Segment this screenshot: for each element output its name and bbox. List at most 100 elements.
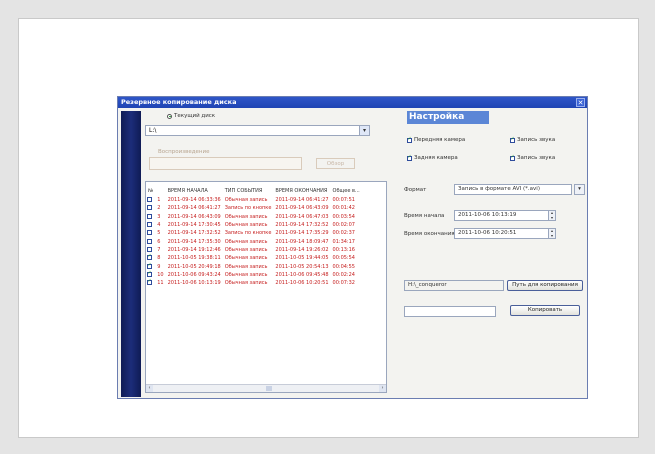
checkbox-icon[interactable] — [147, 222, 152, 228]
records-table: № ВРЕМЯ НАЧАЛА ТИП СОБЫТИЯ ВРЕМЯ ОКОНЧАН… — [146, 186, 362, 287]
row-number: 10 — [157, 271, 164, 278]
copy-path-button[interactable]: Путь для копирования — [507, 280, 583, 291]
row-type: Обычная запись — [224, 213, 268, 220]
end-time-input[interactable]: 2011-10-06 10:20:51 ▴ ▾ — [454, 228, 556, 239]
row-end: 2011-09-14 19:26:02 — [275, 246, 329, 253]
row-checkbox[interactable] — [146, 204, 155, 212]
table-row[interactable]: 3 2011-09-14 06:43:09 Обычная запись 2011-0… — [146, 213, 362, 221]
horizontal-scrollbar[interactable]: ‹ › — [146, 384, 386, 392]
checkbox-icon[interactable] — [147, 230, 152, 236]
row-number: 7 — [157, 246, 161, 253]
rear-camera-checkbox[interactable]: Задняя камера — [407, 154, 458, 161]
row-start: 2011-10-05 20:49:18 — [167, 263, 221, 270]
table-row[interactable]: 6 2011-09-14 17:35:30 Обычная запись 2011-0… — [146, 237, 362, 245]
rear-audio-checkbox[interactable]: Запись звука — [510, 154, 556, 161]
row-start: 2011-09-14 19:12:46 — [167, 246, 221, 253]
checkbox-icon[interactable] — [147, 205, 152, 211]
row-start: 2011-09-14 06:33:36 — [167, 197, 221, 204]
row-end: 2011-09-14 06:43:09 — [275, 205, 329, 212]
table-row[interactable]: 2 2011-09-14 06:41:27 Запись по кнопке 2011… — [146, 204, 362, 212]
row-total: 00:04:55 — [332, 263, 355, 270]
row-total: 00:13:16 — [332, 246, 355, 253]
row-total: 00:02:24 — [332, 271, 355, 278]
table-header-row: № ВРЕМЯ НАЧАЛА ТИП СОБЫТИЯ ВРЕМЯ ОКОНЧАН… — [146, 186, 362, 196]
records-list[interactable]: № ВРЕМЯ НАЧАЛА ТИП СОБЫТИЯ ВРЕМЯ ОКОНЧАН… — [145, 181, 387, 393]
start-time-value: 2011-10-06 10:13:19 — [458, 212, 517, 218]
start-time-spinner[interactable]: ▴ ▾ — [548, 211, 555, 220]
radio-icon — [167, 113, 172, 119]
col-end: ВРЕМЯ ОКОНЧАНИЯ — [275, 188, 328, 194]
table-row[interactable]: 5 2011-09-14 17:32:52 Запись по кнопке 2011… — [146, 229, 362, 237]
table-row[interactable]: 4 2011-09-14 17:30:45 Обычная запись 2011-0… — [146, 221, 362, 229]
row-type: Обычная запись — [224, 246, 268, 253]
end-time-value: 2011-10-06 10:20:51 — [458, 230, 517, 236]
row-total: 00:01:42 — [332, 205, 355, 212]
start-time-input[interactable]: 2011-10-06 10:13:19 ▴ ▾ — [454, 210, 556, 221]
front-audio-checkbox[interactable]: Запись звука — [510, 136, 556, 143]
row-checkbox[interactable] — [146, 278, 155, 287]
chevron-down-icon[interactable]: ▾ — [574, 184, 585, 195]
scroll-right-icon[interactable]: › — [379, 385, 386, 392]
checkbox-icon[interactable] — [147, 253, 152, 261]
row-end: 2011-10-05 19:44:05 — [275, 255, 329, 262]
checkbox-icon — [407, 154, 412, 161]
checkbox-icon[interactable] — [147, 197, 152, 203]
current-disk-label: Текущий диск — [174, 113, 216, 119]
dialog-title: Резервное копирование диска — [121, 98, 237, 106]
front-camera-label: Передняя камера — [414, 137, 466, 143]
scroll-left-icon[interactable]: ‹ — [146, 385, 153, 392]
end-time-spinner[interactable]: ▴ ▾ — [548, 229, 555, 238]
table-row[interactable]: 7 2011-09-14 19:12:46 Обычная запись 2011-0… — [146, 246, 362, 254]
row-type: Обычная запись — [224, 280, 268, 287]
start-time-label: Время начала — [404, 213, 445, 219]
row-end: 2011-10-06 10:20:51 — [275, 280, 329, 287]
row-start: 2011-09-14 17:32:52 — [167, 230, 221, 237]
row-number: 1 — [157, 197, 161, 204]
copy-path-value: H:\_conqueror — [408, 282, 447, 288]
table-row[interactable]: 9 2011-10-05 20:49:18Обычная запись 2011-1… — [146, 262, 362, 270]
checkbox-icon[interactable] — [147, 262, 152, 269]
row-end: 2011-09-14 06:47:03 — [275, 213, 329, 220]
close-button[interactable]: ✕ — [576, 98, 585, 107]
current-disk-radio[interactable]: Текущий диск — [167, 113, 215, 119]
table-row[interactable]: 102011-10-06 09:43:24Обычная запись 2011-… — [146, 270, 362, 279]
row-checkbox[interactable] — [146, 237, 155, 245]
checkbox-icon[interactable] — [147, 238, 152, 244]
drive-select[interactable]: L:\ ▾ — [145, 125, 370, 136]
scroll-thumb[interactable] — [266, 386, 272, 391]
row-total: 00:03:54 — [332, 213, 355, 220]
row-start: 2011-09-14 17:35:30 — [167, 238, 221, 245]
checkbox-icon[interactable] — [147, 278, 152, 286]
table-row[interactable]: 112011-10-06 10:13:19Обычная запись 2011-… — [146, 278, 362, 287]
row-end: 2011-09-14 17:32:52 — [275, 222, 329, 229]
front-audio-label: Запись звука — [517, 137, 556, 143]
row-number: 2 — [157, 205, 161, 212]
rear-audio-label: Запись звука — [517, 155, 556, 161]
col-total: Общее в... — [332, 188, 360, 194]
row-checkbox[interactable] — [146, 229, 155, 237]
copy-button[interactable]: Копировать — [510, 305, 580, 316]
table-row[interactable]: 1 2011-09-14 06:33:36 Обычная запись 2011-0… — [146, 196, 362, 204]
row-start: 2011-09-14 06:43:09 — [167, 213, 221, 220]
row-checkbox[interactable] — [146, 221, 155, 229]
row-end: 2011-09-14 18:09:47 — [275, 238, 329, 245]
row-number: 11 — [157, 280, 164, 287]
playback-label: Воспроизведение — [158, 149, 210, 155]
row-checkbox[interactable] — [146, 196, 155, 204]
checkbox-icon[interactable] — [147, 270, 152, 277]
front-camera-checkbox[interactable]: Передняя камера — [407, 136, 466, 143]
col-type: ТИП СОБЫТИЯ — [224, 188, 263, 194]
copy-path-field[interactable]: H:\_conqueror — [404, 280, 504, 291]
row-checkbox[interactable] — [146, 213, 155, 221]
checkbox-icon[interactable] — [147, 246, 152, 252]
row-number: 4 — [157, 222, 161, 229]
table-row[interactable]: 8 2011-10-05 19:38:11Обычная запись 2011-1… — [146, 253, 362, 262]
chevron-down-icon[interactable]: ▾ — [359, 125, 370, 136]
backup-dialog: Резервное копирование диска ✕ Текущий ди… — [117, 96, 588, 399]
row-total: 00:07:51 — [332, 197, 355, 204]
checkbox-icon[interactable] — [147, 213, 152, 219]
end-time-label: Время окончания — [404, 231, 455, 237]
format-value: Запись в формате AVI (*.avi) — [458, 186, 540, 192]
row-start: 2011-10-05 19:38:11 — [167, 255, 221, 262]
format-select[interactable]: Запись в формате AVI (*.avi) — [454, 184, 572, 195]
